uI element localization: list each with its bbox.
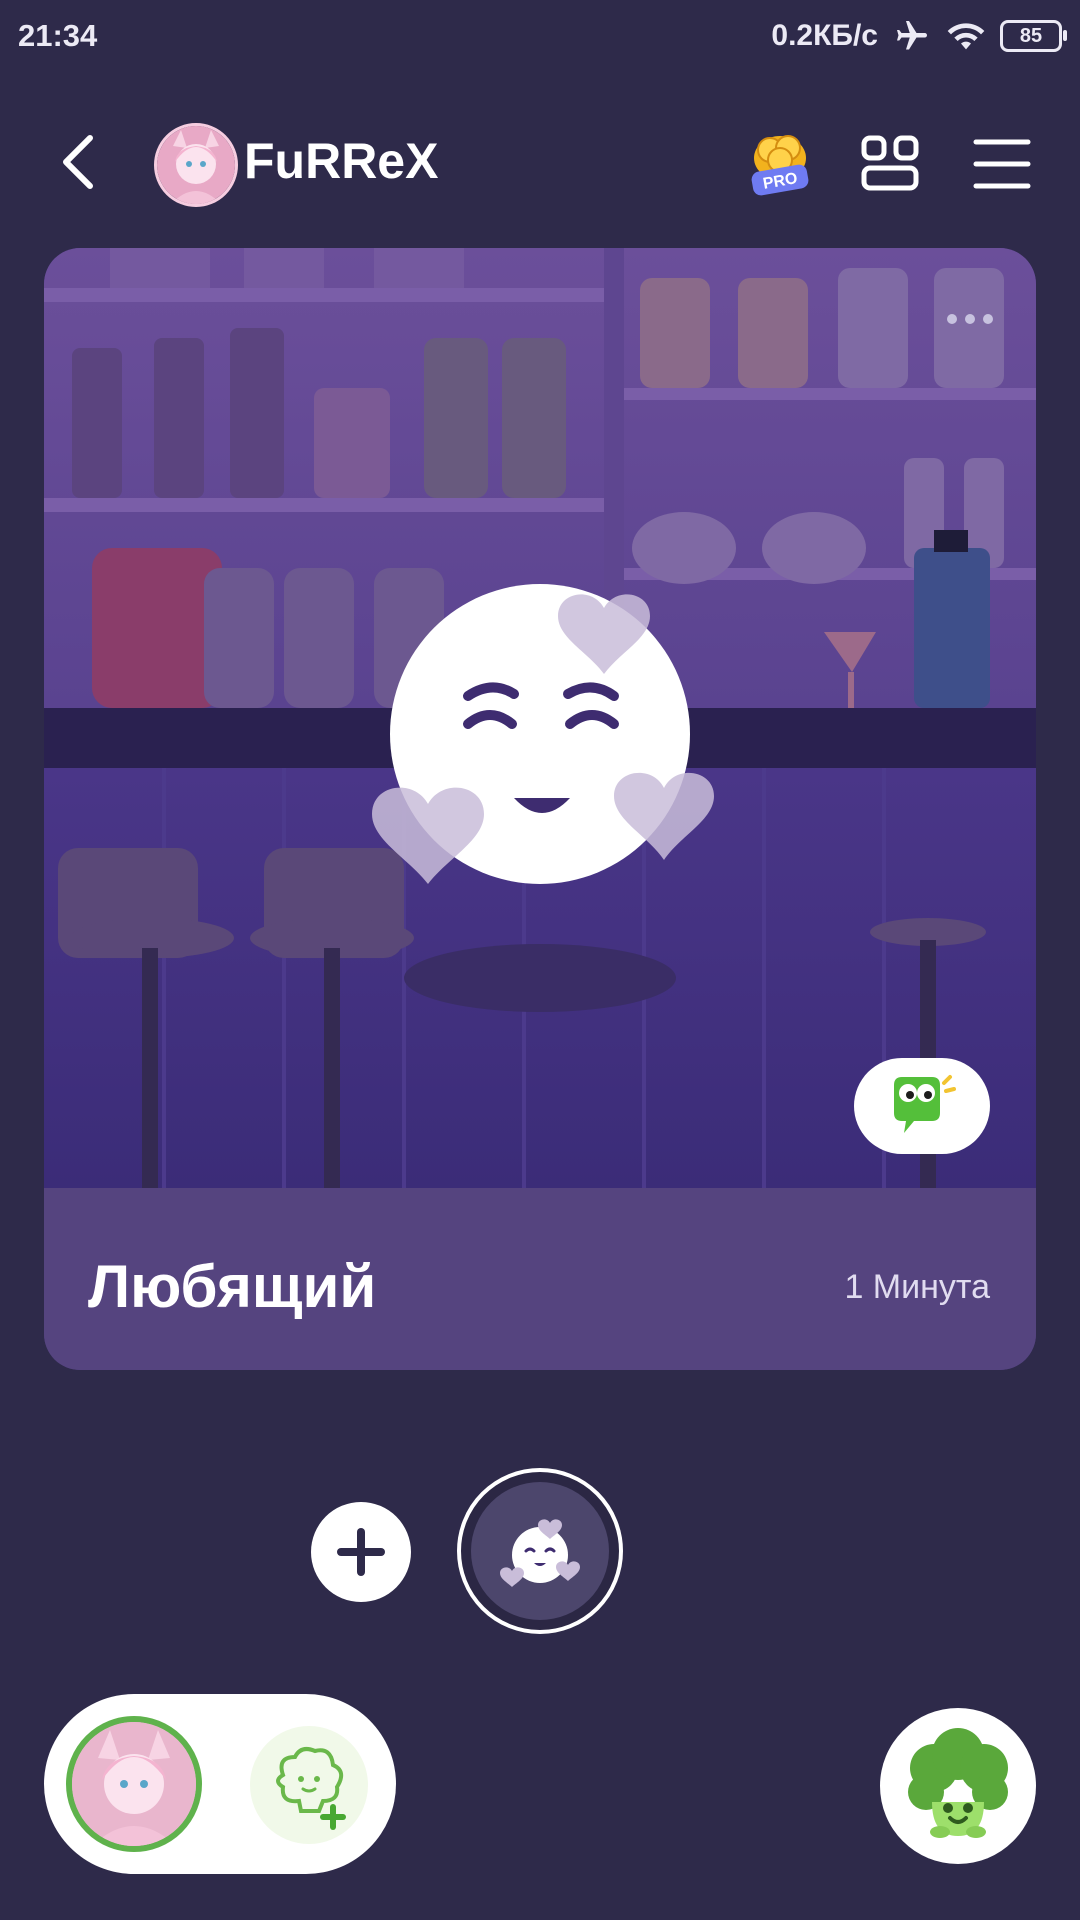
airplane-icon <box>897 21 927 50</box>
wifi-icon <box>947 23 985 50</box>
profile-name[interactable]: FuRReX <box>244 132 438 190</box>
dot <box>983 314 993 324</box>
mood-title: Любящий <box>88 1253 377 1320</box>
add-mood-button[interactable] <box>311 1502 411 1602</box>
menu-icon <box>973 139 1031 189</box>
pro-coins-icon: PRO <box>751 135 809 196</box>
grid-button[interactable] <box>858 132 922 196</box>
plus-icon <box>337 1528 385 1576</box>
dot <box>947 314 957 324</box>
back-arrow-icon <box>63 135 93 189</box>
status-time: 21:34 <box>18 18 98 53</box>
friends-pill <box>44 1694 396 1874</box>
status-right: 0.2КБ/с 85 <box>771 16 1067 56</box>
chat-bubble-icon <box>894 1075 956 1133</box>
mood-duration: 1 Минута <box>844 1268 990 1306</box>
battery-icon: 85 <box>1000 20 1067 52</box>
friend-avatar[interactable] <box>66 1716 202 1852</box>
current-mood-inner <box>471 1482 609 1620</box>
back-button[interactable] <box>48 128 108 196</box>
network-speed: 0.2КБ/с <box>771 19 878 52</box>
status-bar: 21:34 0.2КБ/с 85 <box>0 0 1080 72</box>
current-mood-button[interactable] <box>457 1468 623 1634</box>
more-dots-icon[interactable] <box>940 304 1000 334</box>
grid-icon <box>861 135 919 191</box>
chat-bubble-button[interactable] <box>854 1058 990 1154</box>
dot <box>965 314 975 324</box>
broccoli-mascot-icon <box>908 1728 1008 1838</box>
profile-avatar[interactable] <box>154 123 238 207</box>
menu-button[interactable] <box>970 134 1034 194</box>
loving-face-icon <box>500 1519 580 1587</box>
add-friend-button[interactable] <box>250 1726 368 1844</box>
header: FuRReX PRO <box>0 110 1080 214</box>
broccoli-mascot-button[interactable] <box>880 1708 1036 1864</box>
pro-badge[interactable]: PRO <box>748 130 812 200</box>
add-friend-icon <box>276 1747 346 1830</box>
mood-scene-card[interactable]: Любящий 1 Минута <box>44 248 1036 1370</box>
